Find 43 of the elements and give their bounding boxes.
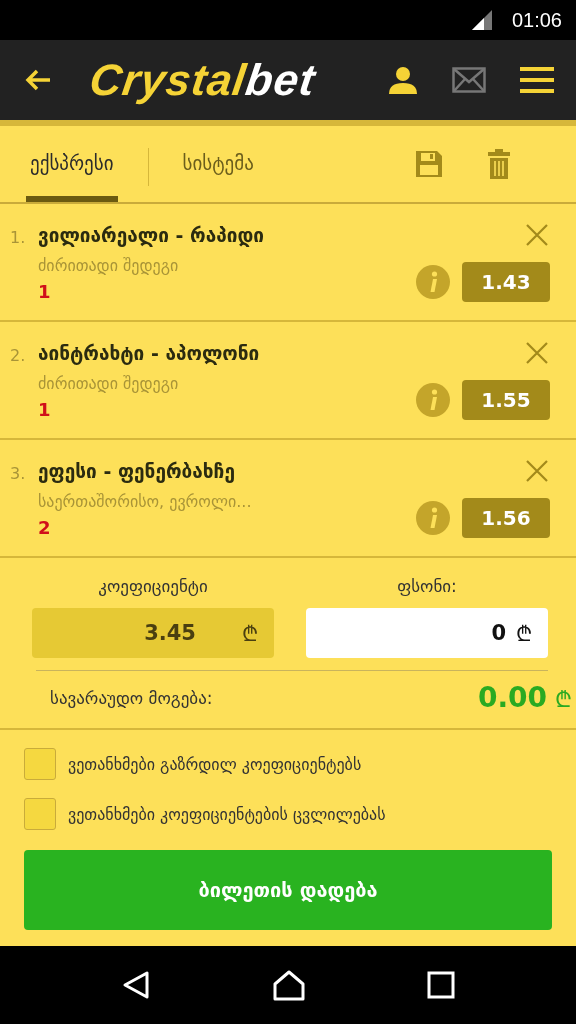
user-icon[interactable]	[388, 65, 418, 95]
close-icon[interactable]	[526, 224, 548, 246]
pick: 1	[38, 281, 52, 302]
match-name: ვილიარეალი - რაპიდი	[38, 224, 265, 246]
bet-number: 1.	[10, 227, 27, 249]
match-name: ეფესი - ფენერბახჩე	[38, 460, 236, 482]
pick: 1	[38, 399, 52, 420]
checkbox-label: ვეთანხმები კოეფიციენტების ცვლილებას	[68, 804, 386, 824]
home-icon[interactable]	[272, 969, 306, 1001]
pick: 2	[38, 517, 52, 538]
menu-icon[interactable]	[520, 66, 554, 94]
market-name: ძირითადი შედეგი	[38, 374, 180, 393]
tab[interactable]: სისტემა	[178, 126, 258, 202]
stake-label: ფსონი:	[397, 576, 457, 596]
checkbox[interactable]	[24, 748, 56, 780]
bet-number: 2.	[10, 345, 27, 367]
logo: Crystalbet	[86, 55, 319, 105]
checkbox[interactable]	[24, 798, 56, 830]
checkbox-label: ვეთანხმები გაზრდილ კოეფიციენტებს	[68, 754, 362, 774]
close-icon[interactable]	[526, 342, 548, 364]
coefficient-field: 3.45 ₾	[32, 608, 274, 658]
potential-win-value: 0.00 ₾	[477, 681, 572, 714]
bet-number: 3.	[10, 463, 27, 485]
stake-input[interactable]: 0 ₾	[306, 608, 548, 658]
odds-value: 1.55	[462, 380, 550, 420]
trash-icon[interactable]	[488, 149, 510, 179]
back-icon[interactable]	[24, 68, 52, 92]
odds-value: 1.43	[462, 262, 550, 302]
recents-icon[interactable]	[427, 971, 456, 999]
mail-icon[interactable]	[452, 67, 486, 93]
save-icon[interactable]	[416, 151, 442, 177]
info-icon[interactable]	[416, 265, 450, 299]
status-time: 01:06	[511, 8, 562, 32]
match-name: აინტრახტი - აპოლონი	[38, 342, 261, 364]
coefficient-label: კოეფიციენტი	[98, 576, 208, 596]
market-name: საერთაშორისო, ევროლი...	[38, 492, 253, 511]
odds-value: 1.56	[462, 498, 550, 538]
close-icon[interactable]	[526, 460, 548, 482]
info-icon[interactable]	[416, 383, 450, 417]
tab[interactable]: ექსპრესი	[26, 126, 118, 202]
potential-win-label: სავარაუდო მოგება:	[50, 687, 213, 708]
info-icon[interactable]	[416, 501, 450, 535]
market-name: ძირითადი შედეგი	[38, 256, 180, 275]
